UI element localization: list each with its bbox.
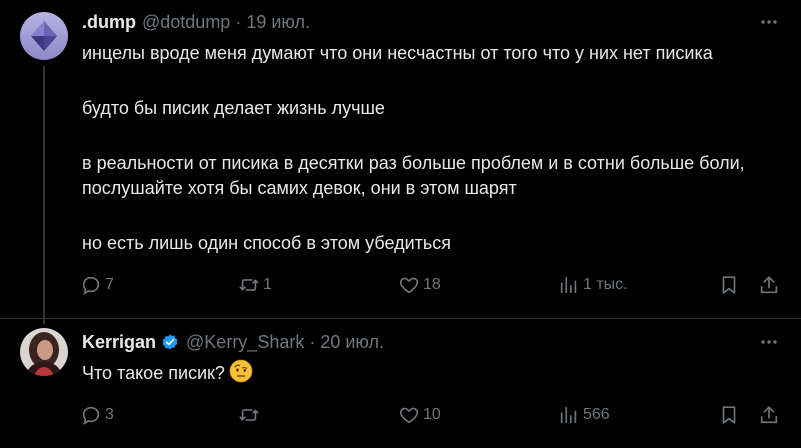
like-icon: [399, 407, 419, 424]
author-name[interactable]: .dump: [82, 12, 136, 33]
avatar-photo: [20, 328, 68, 376]
reply-icon: [82, 276, 100, 295]
bookmark-button[interactable]: [718, 268, 740, 302]
more-icon: [761, 20, 777, 24]
tweet[interactable]: .dump @dotdump · 19 июл. инцелы вроде ме…: [0, 0, 801, 324]
tweet-date[interactable]: 20 июл.: [320, 332, 384, 353]
views-count: 1 тыс.: [583, 276, 628, 293]
avatar[interactable]: [20, 328, 68, 376]
share-button[interactable]: [758, 268, 780, 302]
like-button[interactable]: 18: [398, 268, 441, 302]
share-icon: [760, 276, 778, 294]
views-icon: [560, 276, 577, 294]
action-bar: 7 1 18 1 тыс.: [70, 268, 790, 302]
retweet-button[interactable]: [238, 398, 263, 432]
tweet-paragraph: инцелы вроде меня думают что они несчаст…: [82, 43, 713, 63]
tweet[interactable]: Kerrigan @Kerry_Shark · 20 июл. Что тако…: [0, 318, 801, 448]
tweet-header: .dump @dotdump · 19 июл.: [82, 10, 310, 34]
bookmark-button[interactable]: [718, 398, 740, 432]
share-button[interactable]: [758, 398, 780, 432]
bookmark-icon: [722, 276, 736, 294]
author-name[interactable]: Kerrigan: [82, 332, 156, 353]
tweet-paragraph: но есть лишь один способ в этом убедитьс…: [82, 233, 451, 253]
action-bar: 3 10 566: [70, 398, 790, 432]
retweet-count: 1: [263, 276, 272, 293]
share-icon: [760, 406, 778, 424]
bookmark-icon: [722, 406, 736, 424]
reply-icon: [82, 406, 100, 425]
more-icon: [761, 340, 777, 344]
separator-dot: ·: [309, 331, 316, 352]
tweet-paragraph: Что такое писик?: [82, 363, 225, 383]
views-button[interactable]: 1 тыс.: [558, 268, 628, 302]
separator-dot: ·: [235, 11, 242, 32]
retweet-button[interactable]: 1: [238, 268, 272, 302]
reply-count: 7: [105, 276, 114, 293]
tweet-date[interactable]: 19 июл.: [246, 12, 310, 33]
like-count: 10: [423, 406, 441, 423]
retweet-icon: [239, 409, 259, 421]
like-count: 18: [423, 276, 441, 293]
tweet-text: инцелы вроде меня думают что они несчаст…: [82, 41, 785, 256]
avatar[interactable]: [20, 12, 68, 60]
more-button[interactable]: [757, 10, 781, 34]
views-count: 566: [583, 406, 610, 423]
views-button[interactable]: 566: [558, 398, 610, 432]
reply-button[interactable]: 3: [80, 398, 114, 432]
thread-line: [43, 66, 45, 324]
reply-count: 3: [105, 406, 114, 423]
tweet-text: Что такое писик?: [82, 359, 785, 386]
tweet-header: Kerrigan @Kerry_Shark · 20 июл.: [82, 330, 384, 354]
like-icon: [399, 277, 419, 294]
tweet-paragraph: в реальности от писика в десятки раз бол…: [82, 153, 745, 198]
like-button[interactable]: 10: [398, 398, 441, 432]
more-button[interactable]: [757, 330, 781, 354]
author-handle[interactable]: @dotdump: [142, 12, 230, 33]
face-with-raised-eyebrow-emoji-icon: [229, 359, 253, 383]
retweet-icon: [239, 279, 259, 291]
verified-badge-icon[interactable]: [160, 332, 180, 352]
author-handle[interactable]: @Kerry_Shark: [186, 332, 304, 353]
views-icon: [560, 406, 577, 424]
reply-button[interactable]: 7: [80, 268, 114, 302]
tweet-paragraph: будто бы писик делает жизнь лучше: [82, 98, 385, 118]
avatar-crystal-image: [20, 12, 68, 60]
